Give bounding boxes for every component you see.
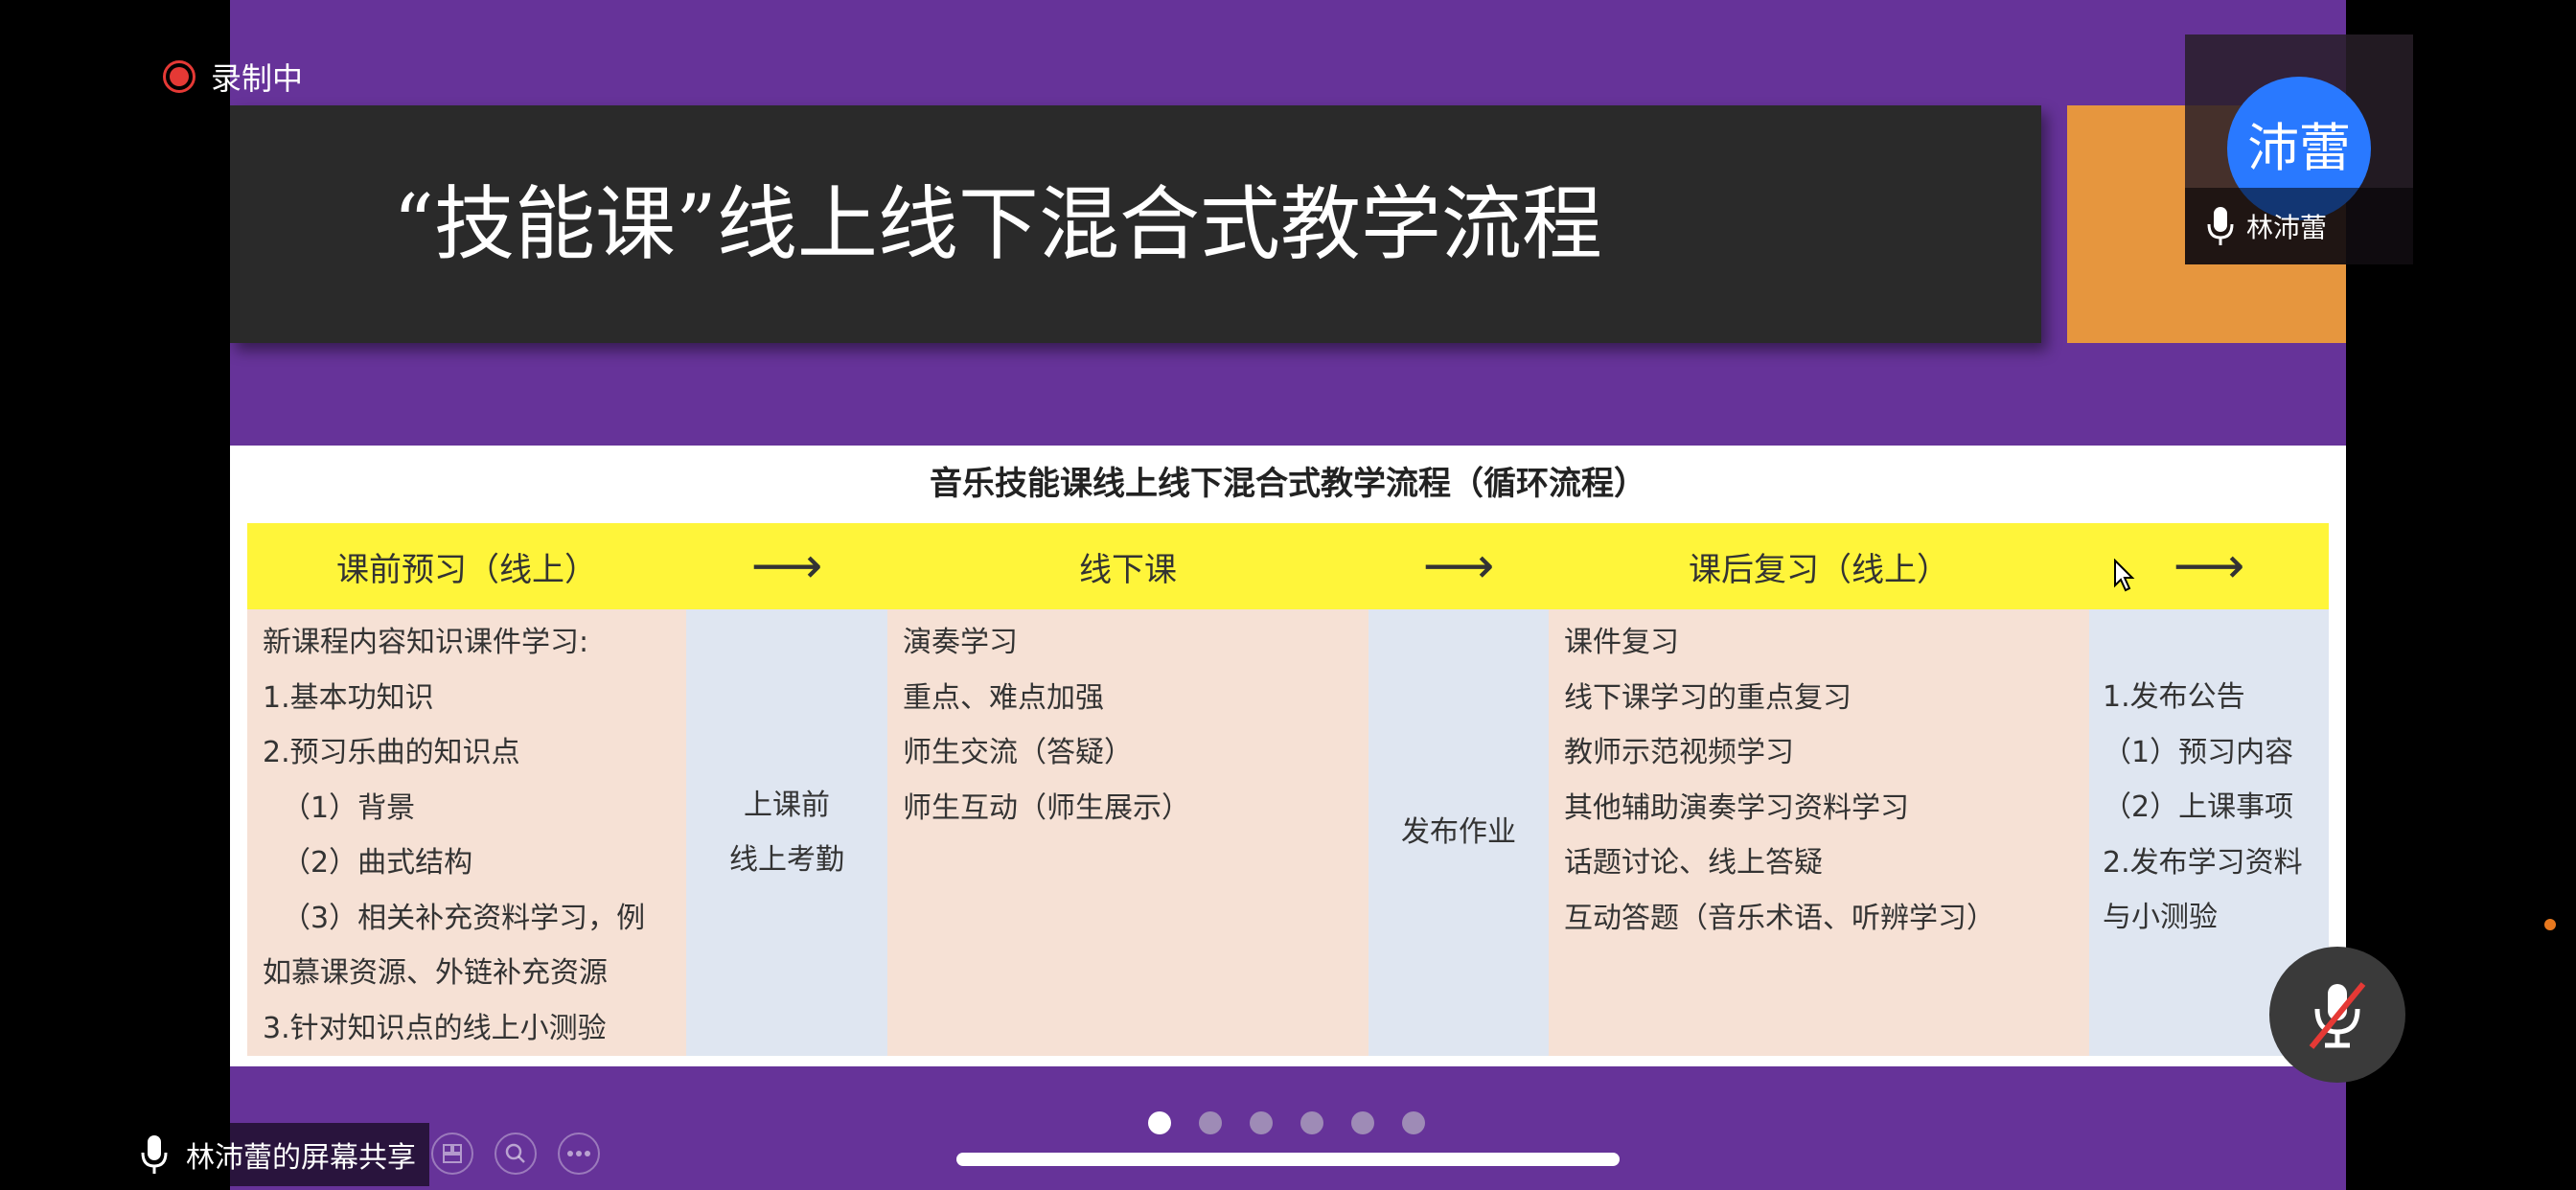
slide-title: “技能课”线上线下混合式教学流程: [393, 177, 1602, 271]
microphone-icon: [141, 1135, 168, 1174]
page-dot[interactable]: [1351, 1111, 1374, 1134]
post-class-cell: 课件复习 线下课学习的重点复习 教师示范视频学习 其他辅助演奏学习资料学习 话题…: [1549, 609, 2089, 1056]
mute-button[interactable]: [2269, 947, 2405, 1083]
list-item: 教师示范视频学习: [1564, 736, 1794, 769]
list-item: 1.基本功知识: [263, 680, 434, 715]
mouse-cursor-icon: [2114, 559, 2135, 592]
list-item: 2.预习乐曲的知识点: [263, 736, 520, 769]
participant-name: 林沛蕾: [2246, 212, 2328, 243]
arrow-icon: ⟶: [1368, 523, 1549, 609]
recording-label: 录制中: [211, 60, 304, 97]
list-item: 课件复习: [1564, 626, 1679, 659]
list-item: （2）上课事项: [2103, 790, 2294, 824]
title-bar: “技能课”线上线下混合式教学流程: [230, 105, 2041, 343]
flow-body-row: 新课程内容知识课件学习: 1.基本功知识 2.预习乐曲的知识点 （1）背景 （2…: [247, 609, 2329, 1056]
list-item: 发布作业: [1401, 815, 1516, 850]
list-item: 互动答题（音乐术语、听辨学习）: [1564, 901, 1995, 935]
offline-class-cell: 演奏学习 重点、难点加强 师生交流（答疑） 师生互动（师生展示）: [887, 609, 1368, 1056]
participant-tile[interactable]: 沛蕾 林沛蕾: [2185, 34, 2413, 264]
layout-button[interactable]: [431, 1133, 473, 1175]
more-icon: [567, 1151, 590, 1156]
screen-share-label: 林沛蕾的屏幕共享: [125, 1123, 429, 1186]
list-item: 师生交流（答疑）: [903, 736, 1133, 769]
list-item: 与小测验: [2103, 901, 2218, 934]
page-dot[interactable]: [1402, 1111, 1425, 1134]
page-indicator[interactable]: [1148, 1111, 1425, 1134]
list-item: 3.针对知识点的线上小测验: [263, 1011, 607, 1045]
recording-indicator[interactable]: 录制中: [163, 57, 304, 97]
table-title: 音乐技能课线上线下混合式教学流程（循环流程）: [930, 465, 1646, 503]
page-dot[interactable]: [1199, 1111, 1222, 1134]
microphone-icon: [2207, 207, 2234, 245]
list-item: 话题讨论、线上答疑: [1564, 846, 1823, 880]
microphone-off-icon: [2309, 982, 2366, 1049]
header-offline-class: 线下课: [887, 523, 1368, 609]
homework-cell: 发布作业: [1368, 609, 1549, 1056]
flow-header-row: 课前预习（线上） ⟶ 线下课 ⟶ 课后复习（线上） ⟶: [247, 523, 2329, 609]
layout-icon: [443, 1144, 462, 1163]
zoom-button[interactable]: [494, 1133, 537, 1175]
page-dot[interactable]: [1148, 1111, 1171, 1134]
pre-class-cell: 新课程内容知识课件学习: 1.基本功知识 2.预习乐曲的知识点 （1）背景 （2…: [247, 609, 686, 1056]
list-item: 新课程内容知识课件学习:: [263, 626, 589, 659]
arrow-icon: ⟶: [686, 523, 887, 609]
list-item: 上课前: [744, 788, 830, 822]
list-item: 线上考勤: [729, 843, 844, 877]
list-item: 1.发布公告: [2103, 680, 2245, 714]
record-icon: [163, 60, 196, 93]
share-text: 林沛蕾的屏幕共享: [186, 1141, 416, 1175]
page-dot[interactable]: [1250, 1111, 1273, 1134]
list-item: 重点、难点加强: [903, 680, 1104, 715]
flow-table: 课前预习（线上） ⟶ 线下课 ⟶ 课后复习（线上） ⟶ 新课程内容知识课件学习:…: [247, 523, 2329, 1056]
attendance-cell: 上课前 线上考勤: [686, 609, 887, 1056]
list-item: 如慕课资源、外链补充资源: [263, 956, 608, 990]
list-item: 其他辅助演奏学习资料学习: [1564, 790, 1909, 825]
page-dot[interactable]: [1300, 1111, 1323, 1134]
list-item: （3）相关补充资料学习，例: [282, 901, 646, 935]
header-pre-class: 课前预习（线上）: [247, 523, 686, 609]
list-item: 线下课学习的重点复习: [1564, 680, 1852, 715]
more-button[interactable]: [558, 1133, 600, 1175]
list-item: 演奏学习: [903, 626, 1018, 659]
list-item: （2）曲式结构: [282, 846, 473, 880]
header-post-class: 课后复习（线上）: [1549, 523, 2089, 609]
toolbar: [431, 1133, 600, 1175]
list-item: 2.发布学习资料: [2103, 845, 2303, 880]
list-item: 师生互动（师生展示）: [903, 790, 1190, 825]
status-dot: [2544, 919, 2556, 930]
list-item: （1）预习内容: [2103, 735, 2294, 769]
home-indicator[interactable]: [956, 1153, 1620, 1166]
participant-name-bar: 林沛蕾: [2185, 188, 2413, 264]
list-item: （1）背景: [282, 790, 416, 825]
shared-slide: “技能课”线上线下混合式教学流程 音乐技能课线上线下混合式教学流程（循环流程） …: [230, 0, 2346, 1190]
search-icon: [505, 1143, 525, 1163]
